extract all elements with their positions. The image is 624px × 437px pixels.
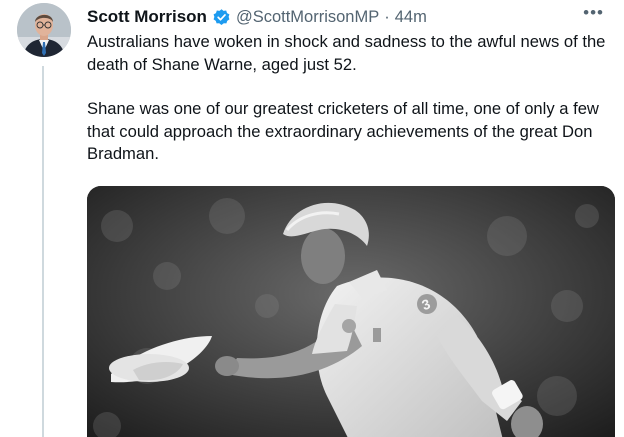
verified-badge-icon xyxy=(212,8,231,27)
tweet: Scott Morrison @ScottMorrisonMP · 44m ••… xyxy=(0,0,624,437)
tweet-photo[interactable]: 3 xyxy=(87,186,615,437)
tweet-header: Scott Morrison @ScottMorrisonMP · 44m ••… xyxy=(87,3,604,29)
tweet-paragraph-2: Shane was one of our greatest cricketers… xyxy=(87,99,599,164)
tweet-text: Australians have woken in shock and sadn… xyxy=(87,31,617,166)
author-avatar[interactable] xyxy=(17,3,71,57)
thread-line xyxy=(42,66,44,437)
more-options-icon[interactable]: ••• xyxy=(583,3,604,23)
separator-dot: · xyxy=(384,7,390,26)
tweet-timestamp[interactable]: 44m xyxy=(395,8,427,27)
author-handle[interactable]: @ScottMorrisonMP xyxy=(236,8,379,27)
author-display-name[interactable]: Scott Morrison xyxy=(87,7,207,27)
tweet-paragraph-1: Australians have woken in shock and sadn… xyxy=(87,32,606,74)
avatar-icon xyxy=(17,3,71,57)
cricketer-photo-icon: 3 xyxy=(87,186,615,437)
